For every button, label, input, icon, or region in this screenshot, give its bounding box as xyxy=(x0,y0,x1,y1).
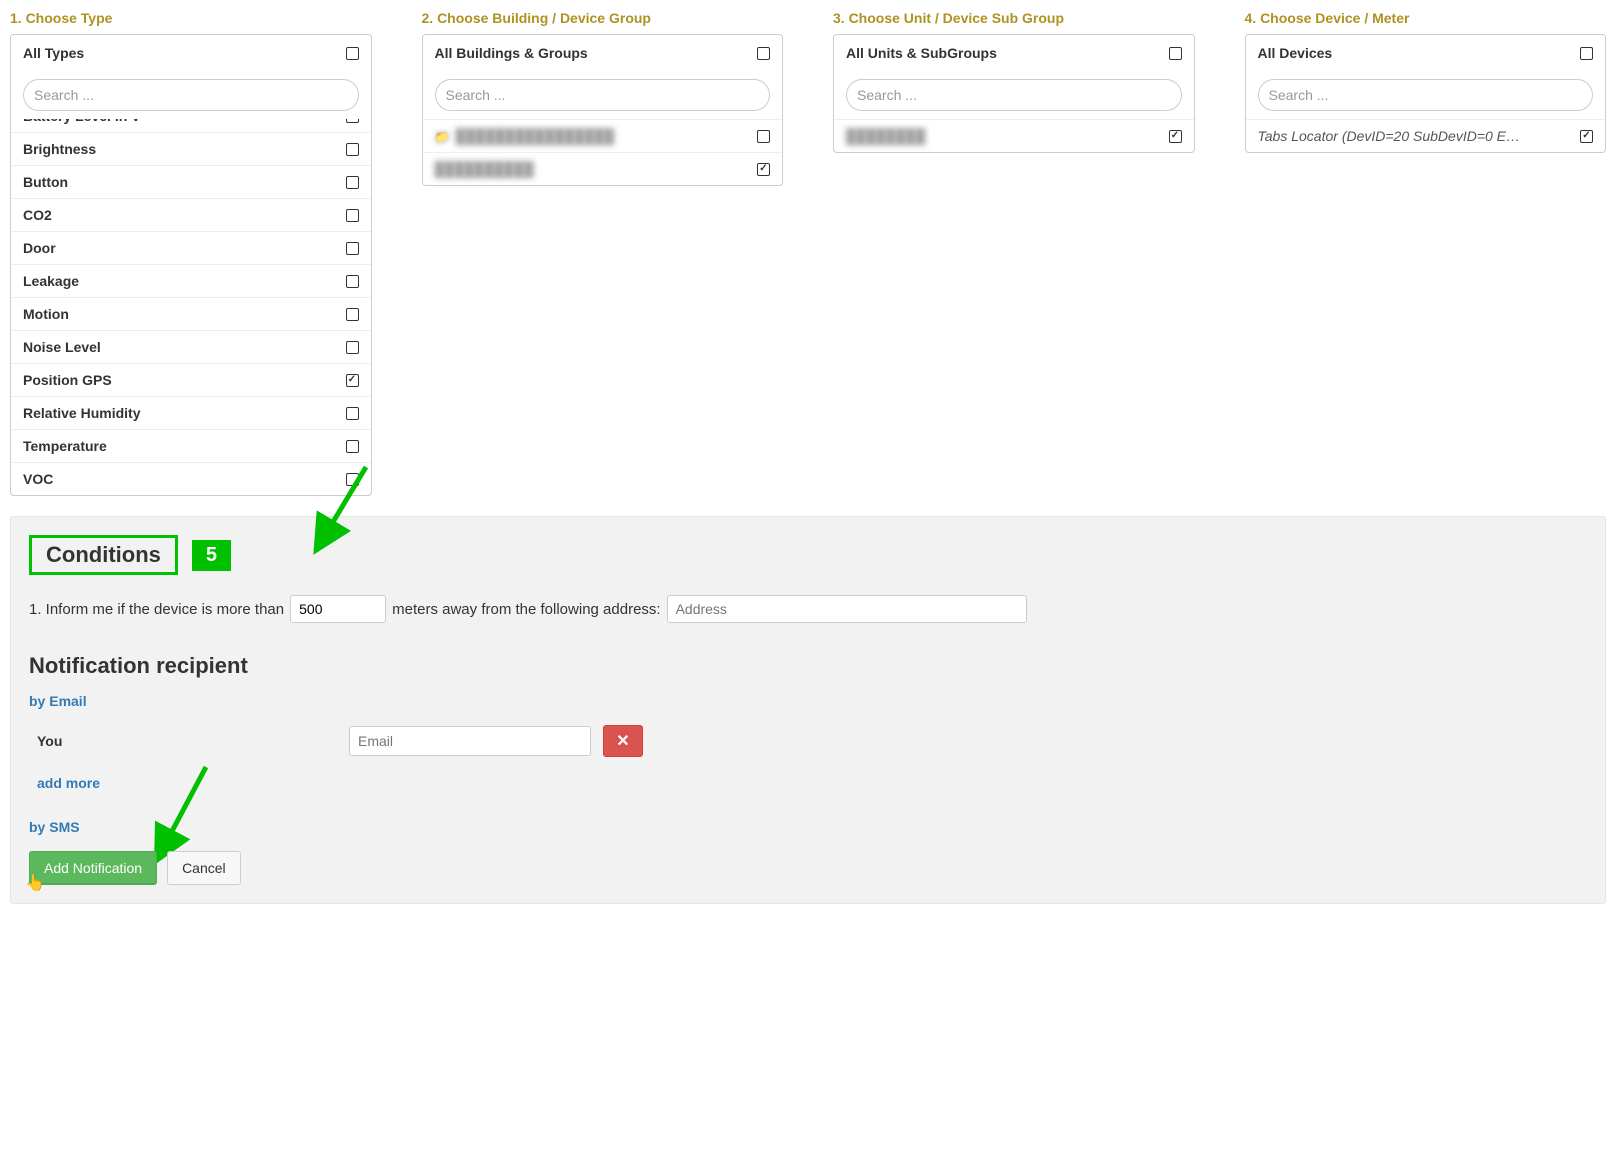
panel-building: All Buildings & Groups 📁████████████████… xyxy=(422,34,784,186)
cancel-button[interactable]: Cancel xyxy=(167,851,241,885)
list-item[interactable]: Noise Level xyxy=(11,330,371,363)
delete-recipient-button[interactable]: ✕ xyxy=(603,725,643,757)
by-sms-link[interactable]: by SMS xyxy=(29,819,1587,835)
list-item[interactable]: Motion xyxy=(11,297,371,330)
checkbox-icon[interactable] xyxy=(346,275,359,288)
list-item-label: Motion xyxy=(23,306,69,322)
list-item[interactable]: Tabs Locator (DevID=20 SubDevID=0 E… xyxy=(1246,119,1606,152)
search-unit-input[interactable] xyxy=(846,79,1182,111)
checkbox-icon[interactable] xyxy=(346,176,359,189)
by-email-link[interactable]: by Email xyxy=(29,693,87,709)
step-unit-title: 3. Choose Unit / Device Sub Group xyxy=(833,10,1195,26)
list-item-label: VOC xyxy=(23,471,53,487)
step-building-title: 2. Choose Building / Device Group xyxy=(422,10,784,26)
step-type-title: 1. Choose Type xyxy=(10,10,372,26)
list-item[interactable]: 📁 ████████████████ xyxy=(423,119,783,152)
list-item[interactable]: ██████████ xyxy=(423,152,783,185)
checkbox-icon[interactable] xyxy=(346,308,359,321)
cursor-hand-icon: 👆 xyxy=(25,873,45,893)
list-item[interactable]: VOC xyxy=(11,462,371,495)
checkbox-icon[interactable] xyxy=(346,440,359,453)
add-notification-button[interactable]: Add Notification xyxy=(29,851,157,885)
list-item-label: Leakage xyxy=(23,273,79,289)
conditions-section: Conditions 5 1. Inform me if the device … xyxy=(10,516,1606,904)
list-item[interactable]: Button xyxy=(11,165,371,198)
step-device-title: 4. Choose Device / Meter xyxy=(1245,10,1607,26)
panel-building-header: All Buildings & Groups xyxy=(435,45,588,61)
panel-unit: All Units & SubGroups ████████ xyxy=(833,34,1195,153)
recipient-title: Notification recipient xyxy=(29,653,1587,679)
list-item-label: ██████████ xyxy=(435,161,534,177)
list-item-label: Noise Level xyxy=(23,339,101,355)
checkbox-icon[interactable] xyxy=(1580,130,1593,143)
type-list: Battery Level in V Brightness Button CO2 Doo… xyxy=(11,119,371,495)
search-building-input[interactable] xyxy=(435,79,771,111)
you-label: You xyxy=(37,733,337,749)
checkbox-icon[interactable] xyxy=(346,143,359,156)
checkbox-icon[interactable] xyxy=(346,209,359,222)
list-item-label: ████████████████ xyxy=(455,128,614,144)
panel-device: All Devices Tabs Locator (DevID=20 SubDe… xyxy=(1245,34,1607,153)
list-item[interactable]: Temperature xyxy=(11,429,371,462)
checkbox-icon[interactable] xyxy=(346,341,359,354)
list-item[interactable]: Battery Level in V xyxy=(11,119,371,132)
condition-text-prefix: 1. Inform me if the device is more than xyxy=(29,601,284,618)
search-device-input[interactable] xyxy=(1258,79,1594,111)
panel-type-header: All Types xyxy=(23,45,84,61)
list-item-label: ████████ xyxy=(846,128,925,144)
checkbox-icon[interactable] xyxy=(1169,130,1182,143)
list-item-label: Temperature xyxy=(23,438,107,454)
checkbox-icon[interactable] xyxy=(757,130,770,143)
checkbox-icon[interactable] xyxy=(346,473,359,486)
list-item-label: Position GPS xyxy=(23,372,112,388)
checkbox-icon[interactable] xyxy=(346,374,359,387)
checkbox-icon[interactable] xyxy=(757,163,770,176)
checkbox-icon[interactable] xyxy=(346,119,359,123)
list-item[interactable]: Relative Humidity xyxy=(11,396,371,429)
checkbox-all-buildings[interactable] xyxy=(757,47,770,60)
list-item[interactable]: ████████ xyxy=(834,119,1194,152)
folder-icon: 📁 xyxy=(435,130,450,144)
distance-input[interactable] xyxy=(290,595,386,623)
checkbox-icon[interactable] xyxy=(346,407,359,420)
checkbox-icon[interactable] xyxy=(346,242,359,255)
list-item-label: Button xyxy=(23,174,68,190)
unit-list: ████████ xyxy=(834,119,1194,152)
list-item-label: Relative Humidity xyxy=(23,405,140,421)
list-item-label: Battery Level in V xyxy=(23,119,141,124)
checkbox-all-devices[interactable] xyxy=(1580,47,1593,60)
panel-device-header: All Devices xyxy=(1258,45,1333,61)
list-item[interactable]: Position GPS xyxy=(11,363,371,396)
list-item-label: CO2 xyxy=(23,207,52,223)
add-more-link[interactable]: add more xyxy=(37,775,100,791)
list-item-label: Tabs Locator (DevID=20 SubDevID=0 E… xyxy=(1258,128,1521,144)
device-list: Tabs Locator (DevID=20 SubDevID=0 E… xyxy=(1246,119,1606,152)
list-item[interactable]: Leakage xyxy=(11,264,371,297)
building-list: 📁██████████████████████████ xyxy=(423,119,783,185)
list-item[interactable]: Door xyxy=(11,231,371,264)
close-icon: ✕ xyxy=(616,733,629,750)
address-input[interactable] xyxy=(667,595,1027,623)
conditions-title: Conditions xyxy=(29,535,178,575)
condition-text-mid: meters away from the following address: xyxy=(392,601,660,618)
email-input[interactable] xyxy=(349,726,591,756)
panel-type: All Types Battery Level in V Brightness Bu… xyxy=(10,34,372,496)
checkbox-all-units[interactable] xyxy=(1169,47,1182,60)
checkbox-all-types[interactable] xyxy=(346,47,359,60)
list-item[interactable]: Brightness xyxy=(11,132,371,165)
search-type-input[interactable] xyxy=(23,79,359,111)
list-item-label: Door xyxy=(23,240,56,256)
list-item[interactable]: CO2 xyxy=(11,198,371,231)
step-badge-5: 5 xyxy=(192,540,231,571)
list-item-label: Brightness xyxy=(23,141,96,157)
panel-unit-header: All Units & SubGroups xyxy=(846,45,997,61)
